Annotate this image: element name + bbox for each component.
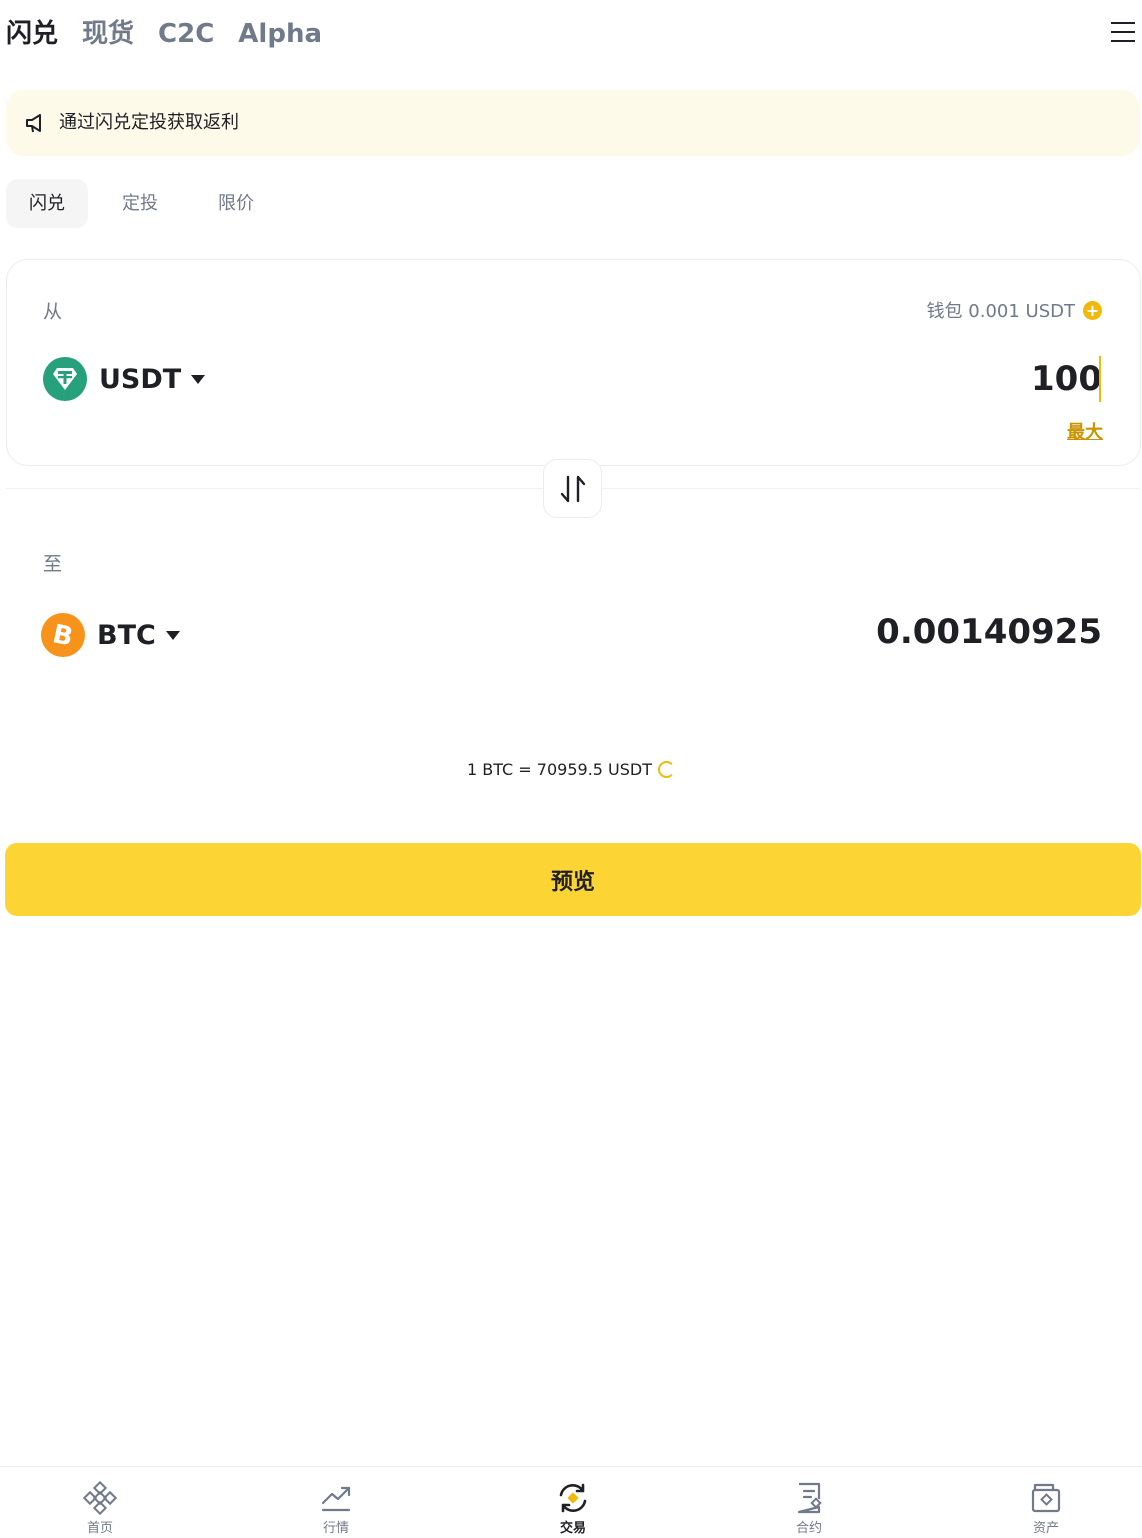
- futures-contract-icon: [797, 1482, 822, 1514]
- swap-direction-button[interactable]: [543, 459, 602, 518]
- top-tab-convert[interactable]: 闪兑: [6, 14, 58, 54]
- exchange-rate: 1 BTC = 70959.5 USDT: [0, 760, 1142, 779]
- preview-button[interactable]: 预览: [5, 843, 1141, 916]
- chevron-down-icon: [165, 630, 180, 640]
- exchange-rate-text: 1 BTC = 70959.5 USDT: [466, 760, 653, 779]
- from-amount-input[interactable]: [802, 354, 1102, 404]
- max-button[interactable]: 最大: [1067, 418, 1103, 444]
- banner-text: 通过闪兑定投获取返利: [59, 112, 239, 133]
- nav-trade-label: 交易: [559, 1521, 586, 1536]
- text-cursor: [1099, 356, 1101, 402]
- to-coin-name: BTC: [97, 619, 156, 651]
- top-tab-c2c[interactable]: C2C: [158, 14, 214, 54]
- nav-futures[interactable]: 合约: [759, 1481, 859, 1537]
- bitcoin-icon: B: [41, 613, 85, 657]
- nav-markets[interactable]: 行情: [286, 1481, 386, 1537]
- binance-logo-icon: [83, 1481, 117, 1515]
- add-funds-icon[interactable]: +: [1083, 300, 1102, 320]
- speaker-icon: [26, 114, 41, 133]
- top-tab-alpha[interactable]: Alpha: [238, 14, 322, 54]
- top-tab-spot[interactable]: 现货: [82, 14, 134, 54]
- chevron-down-icon: [191, 374, 206, 384]
- usdt-tether-icon: [43, 357, 87, 401]
- refresh-countdown-icon: [658, 761, 676, 778]
- nav-assets[interactable]: 资产: [996, 1481, 1096, 1537]
- from-label: 从: [43, 301, 63, 323]
- hamburger-menu-icon[interactable]: [1110, 19, 1136, 45]
- from-coin-name: USDT: [99, 363, 182, 395]
- market-trend-icon: [321, 1486, 351, 1512]
- trade-exchange-icon: [559, 1483, 587, 1513]
- tab-recurring[interactable]: 定投: [102, 179, 178, 228]
- mode-tabs: 闪兑 定投 限价: [6, 179, 276, 229]
- nav-markets-label: 行情: [322, 1521, 349, 1536]
- wallet-assets-icon: [1031, 1483, 1061, 1513]
- wallet-balance-text: 钱包 0.001 USDT: [926, 301, 1075, 322]
- nav-home-label: 首页: [86, 1521, 113, 1536]
- tab-convert[interactable]: 闪兑: [6, 179, 88, 228]
- nav-home[interactable]: 首页: [50, 1481, 150, 1537]
- tab-limit[interactable]: 限价: [196, 179, 276, 228]
- nav-assets-label: 资产: [1032, 1521, 1059, 1536]
- bottom-nav: 首页 行情 交易 合约 资产: [0, 1466, 1142, 1538]
- nav-futures-label: 合约: [795, 1521, 822, 1536]
- from-coin-selector[interactable]: USDT: [43, 357, 206, 401]
- to-label: 至: [43, 553, 63, 575]
- wallet-balance: 钱包 0.001 USDT +: [927, 297, 1102, 323]
- nav-trade[interactable]: 交易: [523, 1481, 623, 1537]
- to-amount: 0.00140925: [876, 612, 1102, 652]
- top-nav: 闪兑 现货 C2C Alpha: [6, 14, 322, 54]
- swap-arrows-icon: [560, 475, 586, 503]
- to-coin-selector[interactable]: B BTC: [41, 613, 180, 657]
- promo-banner[interactable]: 通过闪兑定投获取返利: [6, 90, 1140, 156]
